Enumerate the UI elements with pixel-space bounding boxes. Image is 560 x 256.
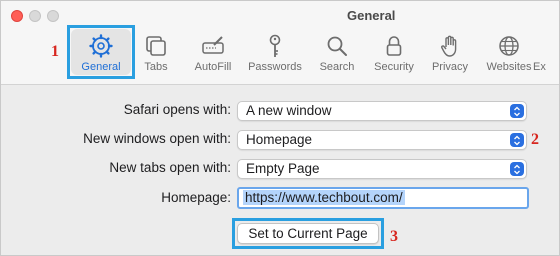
tab-tabs-label: Tabs [144, 61, 168, 73]
tab-tabs[interactable]: Tabs [128, 29, 184, 79]
close-window-button[interactable] [11, 10, 23, 22]
tab-security-label: Security [374, 61, 414, 73]
tab-privacy[interactable]: Privacy [422, 29, 478, 79]
tab-autofill[interactable]: AutoFill [185, 29, 241, 79]
general-tab-callout [67, 25, 135, 79]
annotation-number-2: 2 [531, 131, 539, 148]
hand-icon [441, 35, 457, 57]
tab-extensions[interactable]: Ex [533, 29, 559, 79]
tab-autofill-label: AutoFill [194, 61, 232, 73]
set-to-current-page-button[interactable]: Set to Current Page [237, 223, 379, 244]
new-tabs-value: Empty Page [246, 161, 320, 176]
extensions-icon [533, 33, 559, 59]
autofill-icon [202, 36, 224, 54]
globe-icon [499, 36, 519, 56]
zoom-window-button[interactable] [47, 10, 59, 22]
tab-websites-label: Websites [486, 61, 532, 73]
safari-opens-popup[interactable]: A new window [237, 101, 527, 121]
tab-passwords-label: Passwords [248, 61, 302, 73]
new-windows-label: New windows open with: [83, 131, 231, 146]
homepage-value: https://www.techbout.com/ [243, 190, 405, 205]
popup-arrows-icon [510, 133, 524, 147]
tab-passwords[interactable]: Passwords [247, 29, 303, 79]
annotation-number-1: 1 [51, 43, 59, 60]
lock-icon [386, 36, 402, 56]
tab-search-label: Search [319, 61, 355, 73]
new-tabs-popup[interactable]: Empty Page [237, 159, 527, 179]
popup-arrows-icon [510, 162, 524, 176]
tab-websites[interactable]: Websites [481, 29, 537, 79]
minimize-window-button[interactable] [29, 10, 41, 22]
new-tabs-label: New tabs open with: [109, 160, 231, 175]
annotation-number-3: 3 [390, 228, 398, 245]
window-title: General [347, 8, 396, 23]
popup-arrows-icon [510, 104, 524, 118]
tab-privacy-label: Privacy [431, 61, 469, 73]
tabs-icon [146, 36, 166, 56]
homepage-label: Homepage: [161, 190, 231, 205]
homepage-field[interactable]: https://www.techbout.com/ [237, 187, 529, 209]
safari-opens-label: Safari opens with: [123, 102, 231, 117]
tab-search[interactable]: Search [309, 29, 365, 79]
tab-extensions-label: Ex [533, 61, 546, 73]
search-icon [327, 36, 347, 56]
safari-preferences-window: General General Tabs AutoFill Passwords … [0, 0, 560, 256]
window-controls [11, 10, 59, 22]
tab-security[interactable]: Security [366, 29, 422, 79]
new-windows-popup[interactable]: Homepage [237, 130, 527, 150]
safari-opens-value: A new window [246, 103, 332, 118]
key-icon [269, 34, 281, 57]
new-windows-value: Homepage [246, 132, 313, 147]
